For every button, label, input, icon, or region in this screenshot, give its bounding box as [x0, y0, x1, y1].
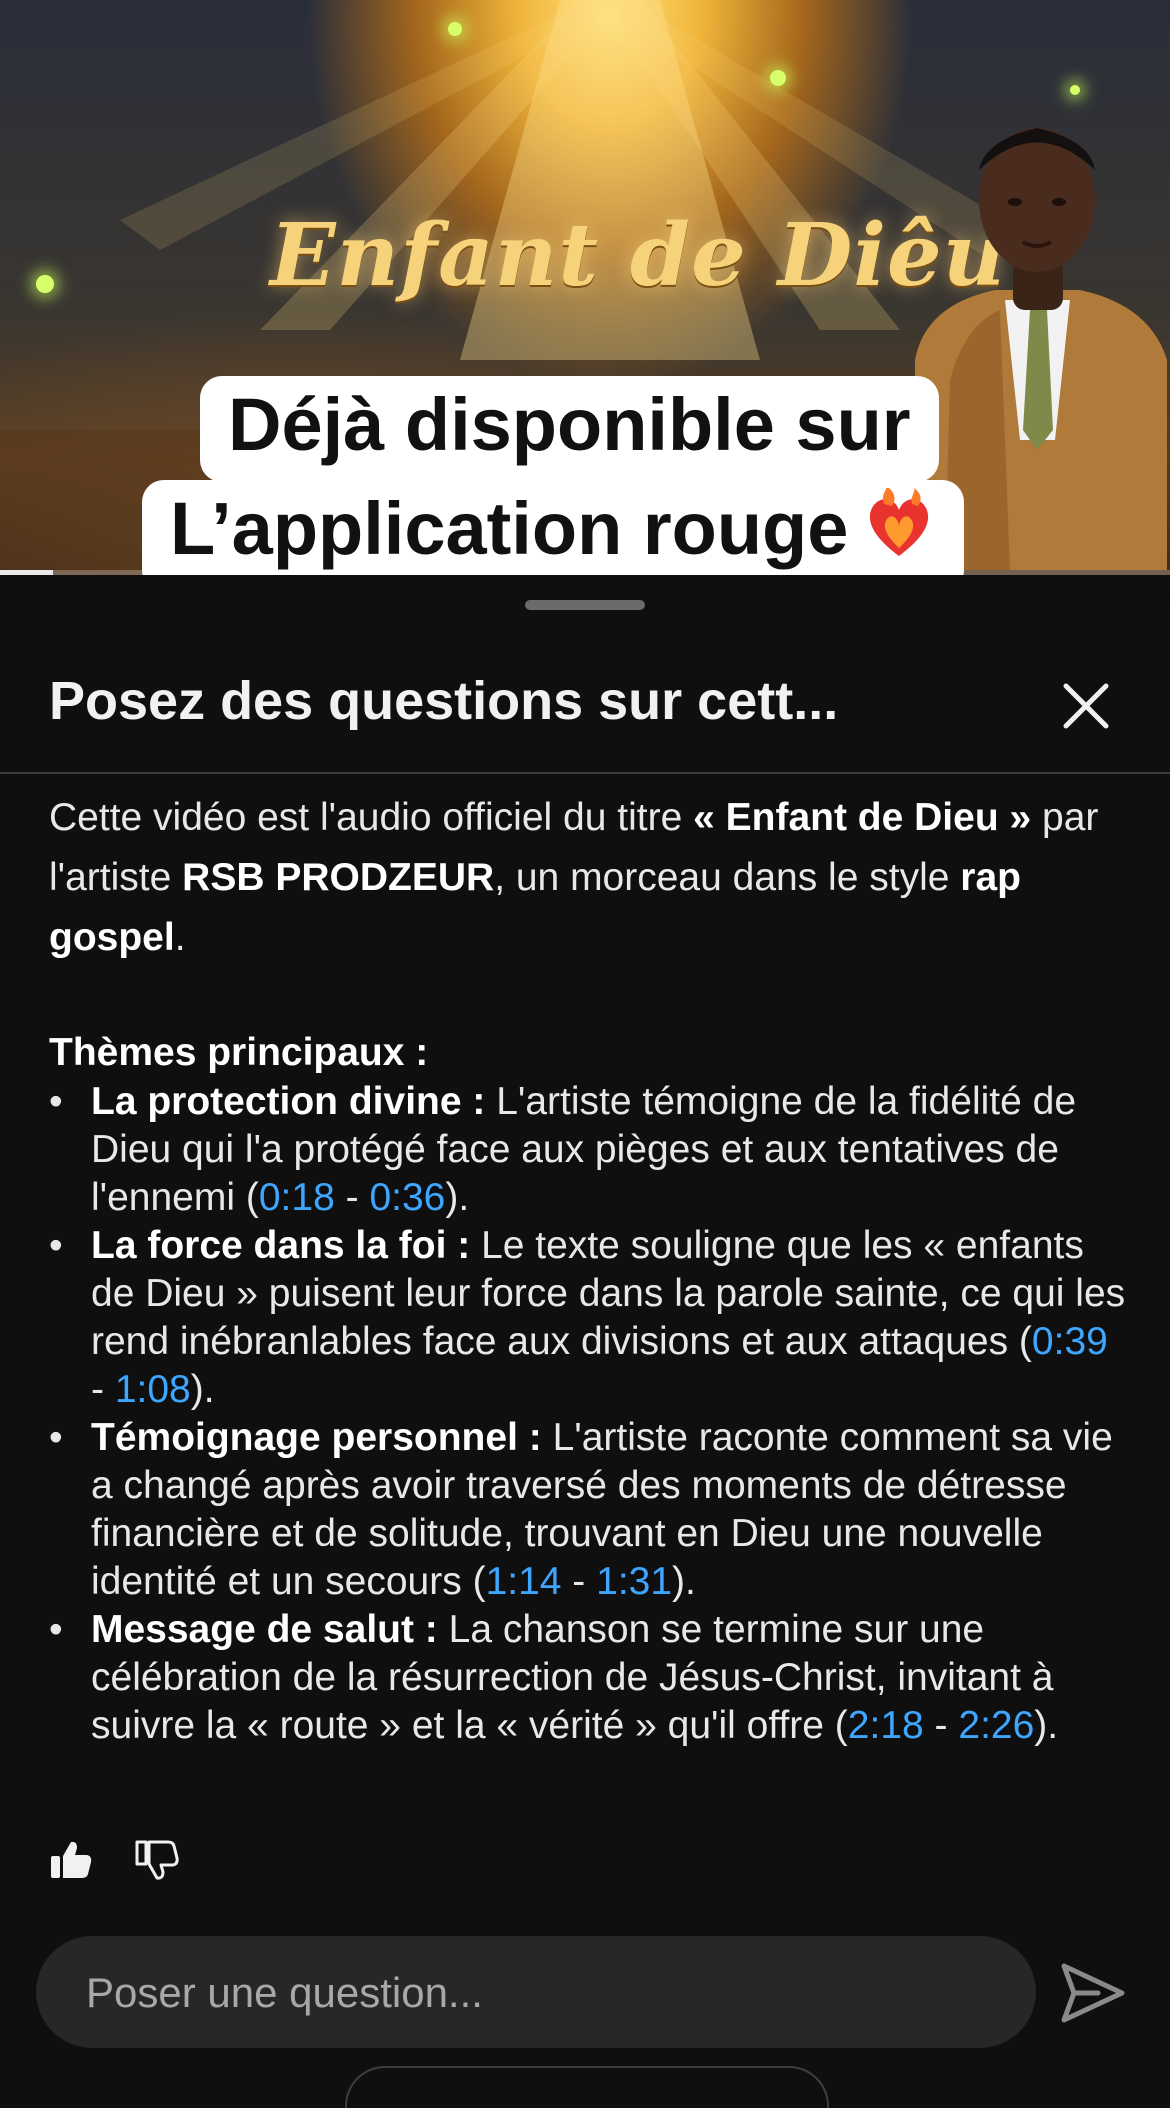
separator: - — [91, 1368, 115, 1411]
thumbs-up-button[interactable] — [49, 1838, 93, 1887]
timestamp-link[interactable]: 0:36 — [369, 1176, 445, 1219]
close-button[interactable] — [1056, 676, 1116, 736]
summary-text: , un morceau dans le style — [494, 856, 961, 899]
closing-paren: ). — [672, 1560, 696, 1603]
sparkle — [770, 70, 786, 86]
thumbs-down-icon — [135, 1840, 179, 1880]
bottom-chip[interactable] — [345, 2066, 829, 2108]
video-caption-line2: L’application rouge — [142, 480, 965, 575]
close-icon — [1063, 683, 1109, 729]
list-item: La protection divine : L'artiste témoign… — [49, 1078, 1129, 1222]
separator: - — [334, 1176, 370, 1219]
answer-content: Cette vidéo est l'audio officiel du titr… — [49, 788, 1129, 1750]
timestamp-link[interactable]: 1:14 — [486, 1560, 562, 1603]
fire-heart-icon — [862, 486, 936, 575]
summary-paragraph: Cette vidéo est l'audio officiel du titr… — [49, 788, 1129, 968]
song-title: « Enfant de Dieu » — [693, 796, 1032, 839]
timestamp-link[interactable]: 1:31 — [596, 1560, 672, 1603]
send-button[interactable] — [1058, 1960, 1128, 2031]
ask-questions-panel: Posez des questions sur cett... Cette vi… — [0, 578, 1170, 2108]
panel-title: Posez des questions sur cett... — [49, 671, 839, 731]
ask-question-box[interactable] — [36, 1936, 1036, 2050]
ask-question-input[interactable] — [84, 1936, 988, 2050]
timestamp-link[interactable]: 1:08 — [115, 1368, 191, 1411]
send-icon — [1061, 1963, 1125, 2023]
summary-text: Cette vidéo est l'audio officiel du titr… — [49, 796, 694, 839]
closing-paren: ). — [445, 1176, 470, 1219]
drag-handle[interactable] — [525, 600, 645, 610]
sparkle — [448, 22, 462, 36]
theme-label: La force dans la foi : — [91, 1224, 471, 1267]
list-item: Témoignage personnel : L'artiste raconte… — [49, 1414, 1129, 1606]
artist-name: RSB PRODZEUR — [182, 856, 495, 899]
caption-line2-text: L’application rouge — [170, 487, 849, 570]
summary-text: . — [174, 916, 186, 959]
list-item: Message de salut : La chanson se termine… — [49, 1606, 1129, 1750]
list-item: La force dans la foi : Le texte souligne… — [49, 1222, 1129, 1414]
thumbs-down-button[interactable] — [135, 1838, 179, 1887]
sparkle — [1070, 85, 1080, 95]
theme-label: La protection divine : — [91, 1080, 486, 1123]
timestamp-link[interactable]: 2:26 — [958, 1704, 1034, 1747]
sparkle — [36, 275, 54, 293]
separator: - — [561, 1560, 597, 1603]
video-player[interactable]: Enfant de Diêu Déjà disponible sur L’app… — [0, 0, 1170, 575]
video-caption-line1: Déjà disponible sur — [200, 376, 939, 482]
theme-label: Message de salut : — [91, 1608, 438, 1651]
video-progress-bar[interactable] — [0, 570, 1170, 575]
themes-list: La protection divine : L'artiste témoign… — [49, 1078, 1129, 1750]
timestamp-link[interactable]: 0:39 — [1032, 1320, 1108, 1363]
thumbs-up-icon — [51, 1841, 92, 1878]
closing-paren: ). — [1034, 1704, 1059, 1747]
video-progress-played — [0, 570, 53, 575]
divider — [0, 772, 1170, 774]
closing-paren: ). — [190, 1368, 215, 1411]
separator: - — [923, 1704, 959, 1747]
video-title-art: Enfant de Diêu — [270, 205, 1007, 306]
theme-label: Témoignage personnel : — [91, 1416, 542, 1459]
timestamp-link[interactable]: 2:18 — [848, 1704, 924, 1747]
timestamp-link[interactable]: 0:18 — [259, 1176, 335, 1219]
themes-heading: Thèmes principaux : — [49, 1031, 429, 1074]
